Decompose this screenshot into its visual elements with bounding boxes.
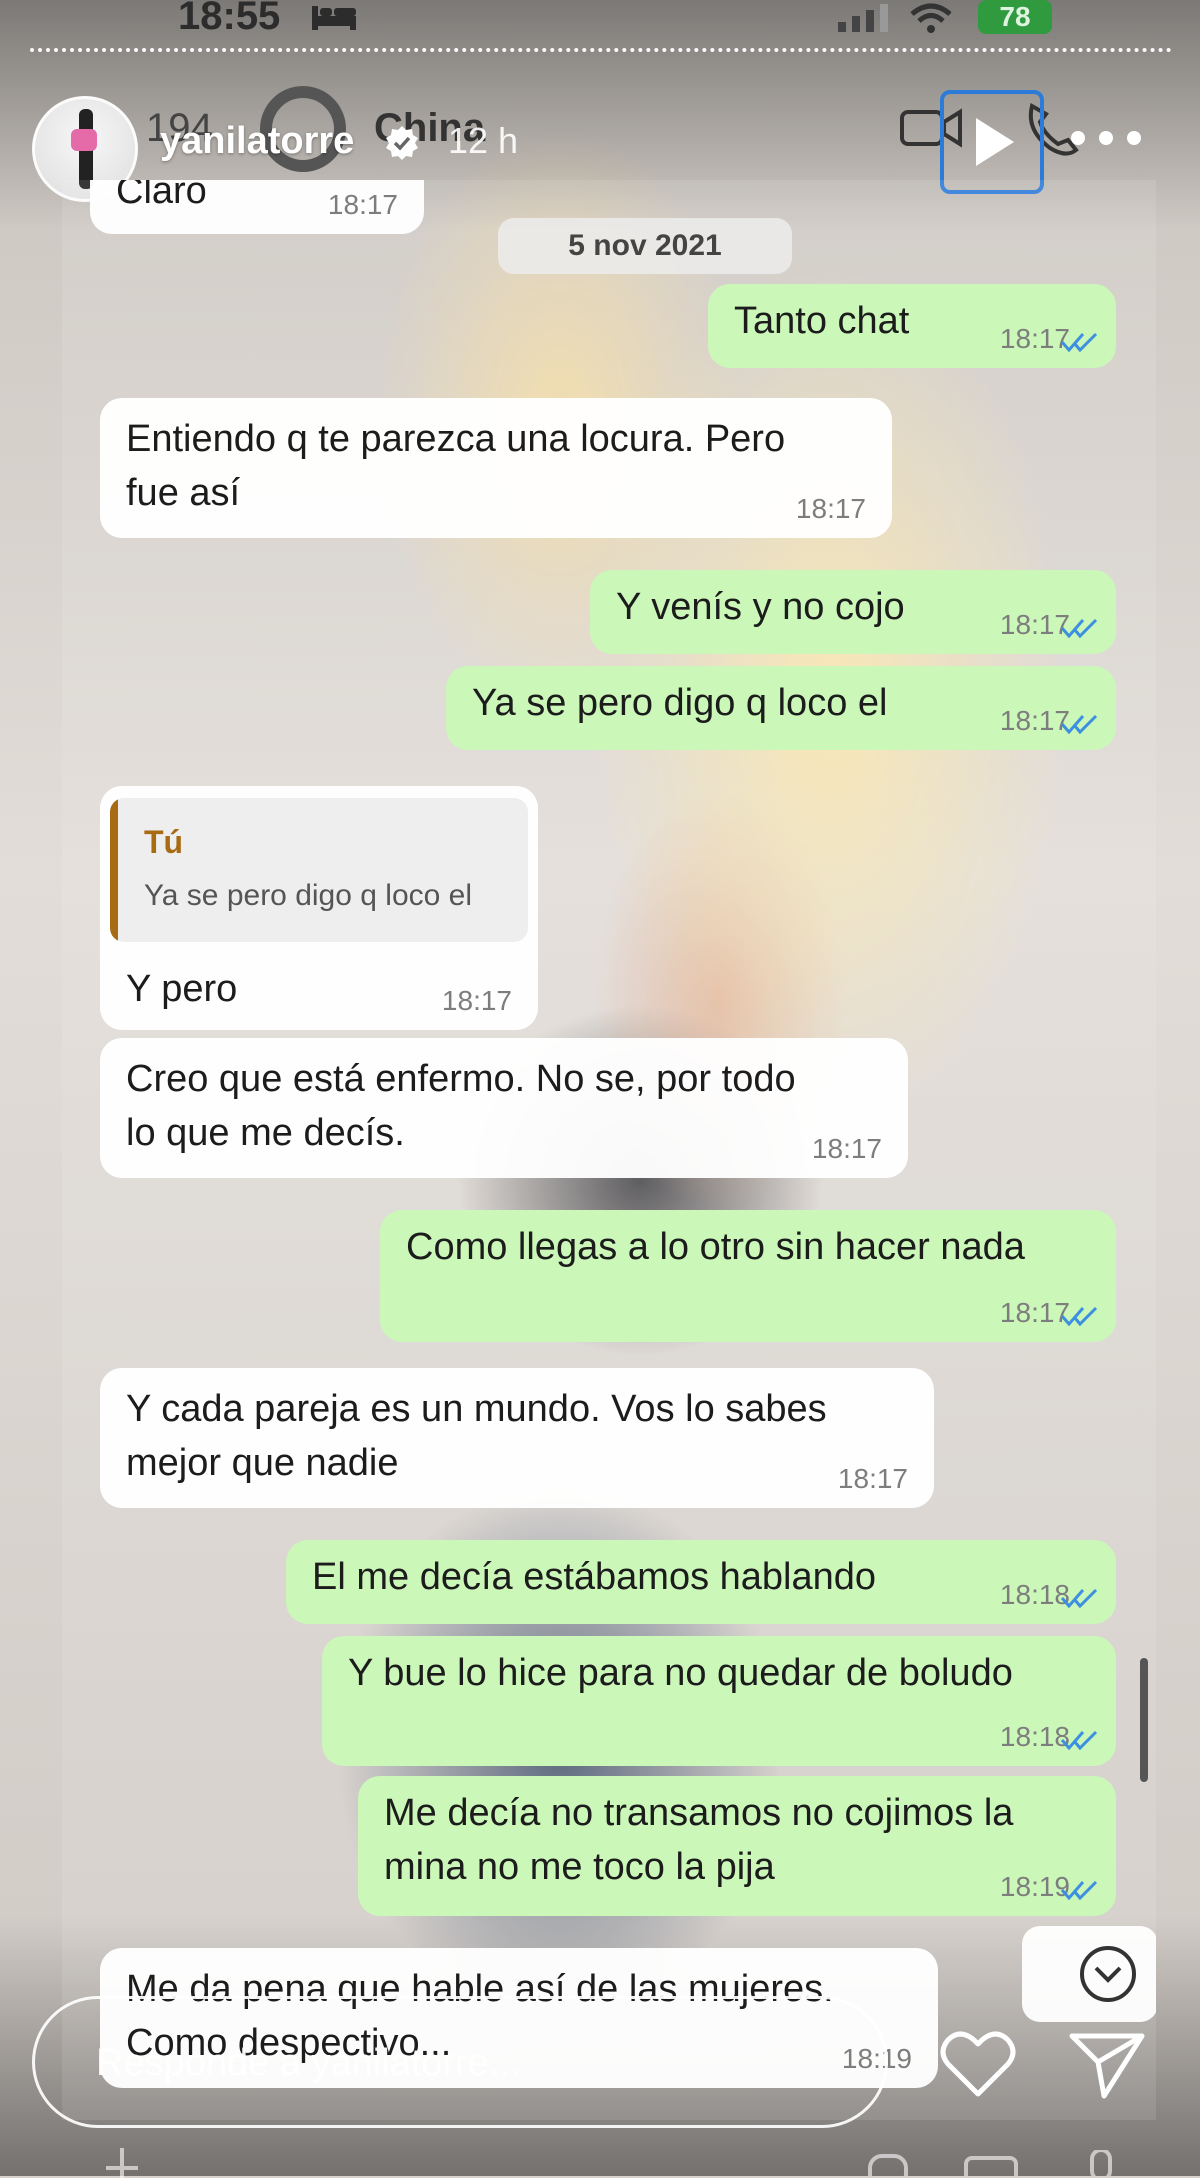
signal-icon xyxy=(838,4,888,32)
heart-icon[interactable] xyxy=(940,2030,1016,2098)
message-outgoing: Y bue lo hice para no quedar de boludo 1… xyxy=(322,1636,1116,1766)
status-time: 18:55 xyxy=(178,0,281,38)
chat-screenshot: 5 nov 2021 Claro 18:17 Tanto chat 18:17 … xyxy=(62,180,1156,2120)
story-progress-bar xyxy=(30,48,1172,52)
battery-indicator: 78 xyxy=(978,0,1052,34)
wifi-icon xyxy=(910,3,952,33)
check-icon xyxy=(1060,1306,1098,1327)
message-time: 18:17 xyxy=(441,985,512,1016)
message-text: Como llegas a lo otro sin hacer nada xyxy=(406,1226,1025,1268)
message-incoming: Claro 18:17 xyxy=(90,180,424,234)
date-separator: 5 nov 2021 xyxy=(498,218,792,274)
bed-icon xyxy=(312,6,356,30)
message-time: 18:17 xyxy=(795,493,866,524)
message-text: Ya se pero digo q loco el xyxy=(472,682,888,724)
message-outgoing: Me decía no transamos no cojimos la mina… xyxy=(358,1776,1116,1916)
check-icon xyxy=(1060,714,1098,735)
play-button[interactable] xyxy=(940,90,1044,194)
send-icon[interactable] xyxy=(1068,2030,1146,2100)
message-incoming: Entiendo q te parezca una locura. Pero f… xyxy=(100,398,892,538)
message-time: 18:17 xyxy=(837,1463,908,1494)
reply-quote: Tú Ya se pero digo q loco el xyxy=(110,798,528,942)
message-outgoing: El me decía estábamos hablando 18:18 xyxy=(286,1540,1116,1624)
message-text: Creo que está enfermo. No se, por todo l… xyxy=(126,1058,796,1154)
plus-icon xyxy=(106,2148,138,2178)
message-text: Me decía no transamos no cojimos la mina… xyxy=(384,1792,1014,1888)
scroll-down-button xyxy=(1022,1926,1156,2022)
reply-placeholder: Responde a yanilatorre... xyxy=(96,2042,521,2084)
message-outgoing: Tanto chat 18:17 xyxy=(708,284,1116,368)
check-icon xyxy=(1060,332,1098,353)
bottom-toolbar-icons xyxy=(868,2150,1112,2176)
message-time: 18:17 xyxy=(811,1133,882,1164)
message-text: Entiendo q te parezca una locura. Pero f… xyxy=(126,418,786,514)
check-icon xyxy=(1060,1880,1098,1901)
message-outgoing: Como llegas a lo otro sin hacer nada 18:… xyxy=(380,1210,1116,1342)
check-icon xyxy=(1060,1730,1098,1751)
message-time: 18:17 xyxy=(327,189,398,220)
message-text: Y bue lo hice para no quedar de boludo xyxy=(348,1652,1013,1694)
message-text: Y cada pareja es un mundo. Vos lo sabes … xyxy=(126,1388,827,1484)
chevron-down-icon xyxy=(1080,1946,1136,2002)
reply-quote-text: Ya se pero digo q loco el xyxy=(144,879,472,912)
reply-quote-author: Tú xyxy=(144,824,184,860)
avatar-figure-top xyxy=(71,129,97,151)
story-username[interactable]: yanilatorre xyxy=(160,120,354,163)
more-icon[interactable] xyxy=(1070,130,1142,146)
message-outgoing: Y venís y no cojo 18:17 xyxy=(590,570,1116,654)
story-time-ago: 12 h xyxy=(448,120,519,161)
verified-icon xyxy=(386,126,418,160)
message-incoming: Y cada pareja es un mundo. Vos lo sabes … xyxy=(100,1368,934,1508)
message-incoming-with-reply: Tú Ya se pero digo q loco el Y pero 18:1… xyxy=(100,786,538,1030)
check-icon xyxy=(1060,1588,1098,1609)
message-outgoing: Ya se pero digo q loco el 18:17 xyxy=(446,666,1116,750)
scrollbar xyxy=(1140,1658,1148,1782)
reply-quote-bar xyxy=(110,798,118,942)
message-text: El me decía estábamos hablando xyxy=(312,1556,877,1598)
message-incoming: Creo que está enfermo. No se, por todo l… xyxy=(100,1038,908,1178)
check-icon xyxy=(1060,618,1098,639)
play-icon xyxy=(976,118,1014,166)
